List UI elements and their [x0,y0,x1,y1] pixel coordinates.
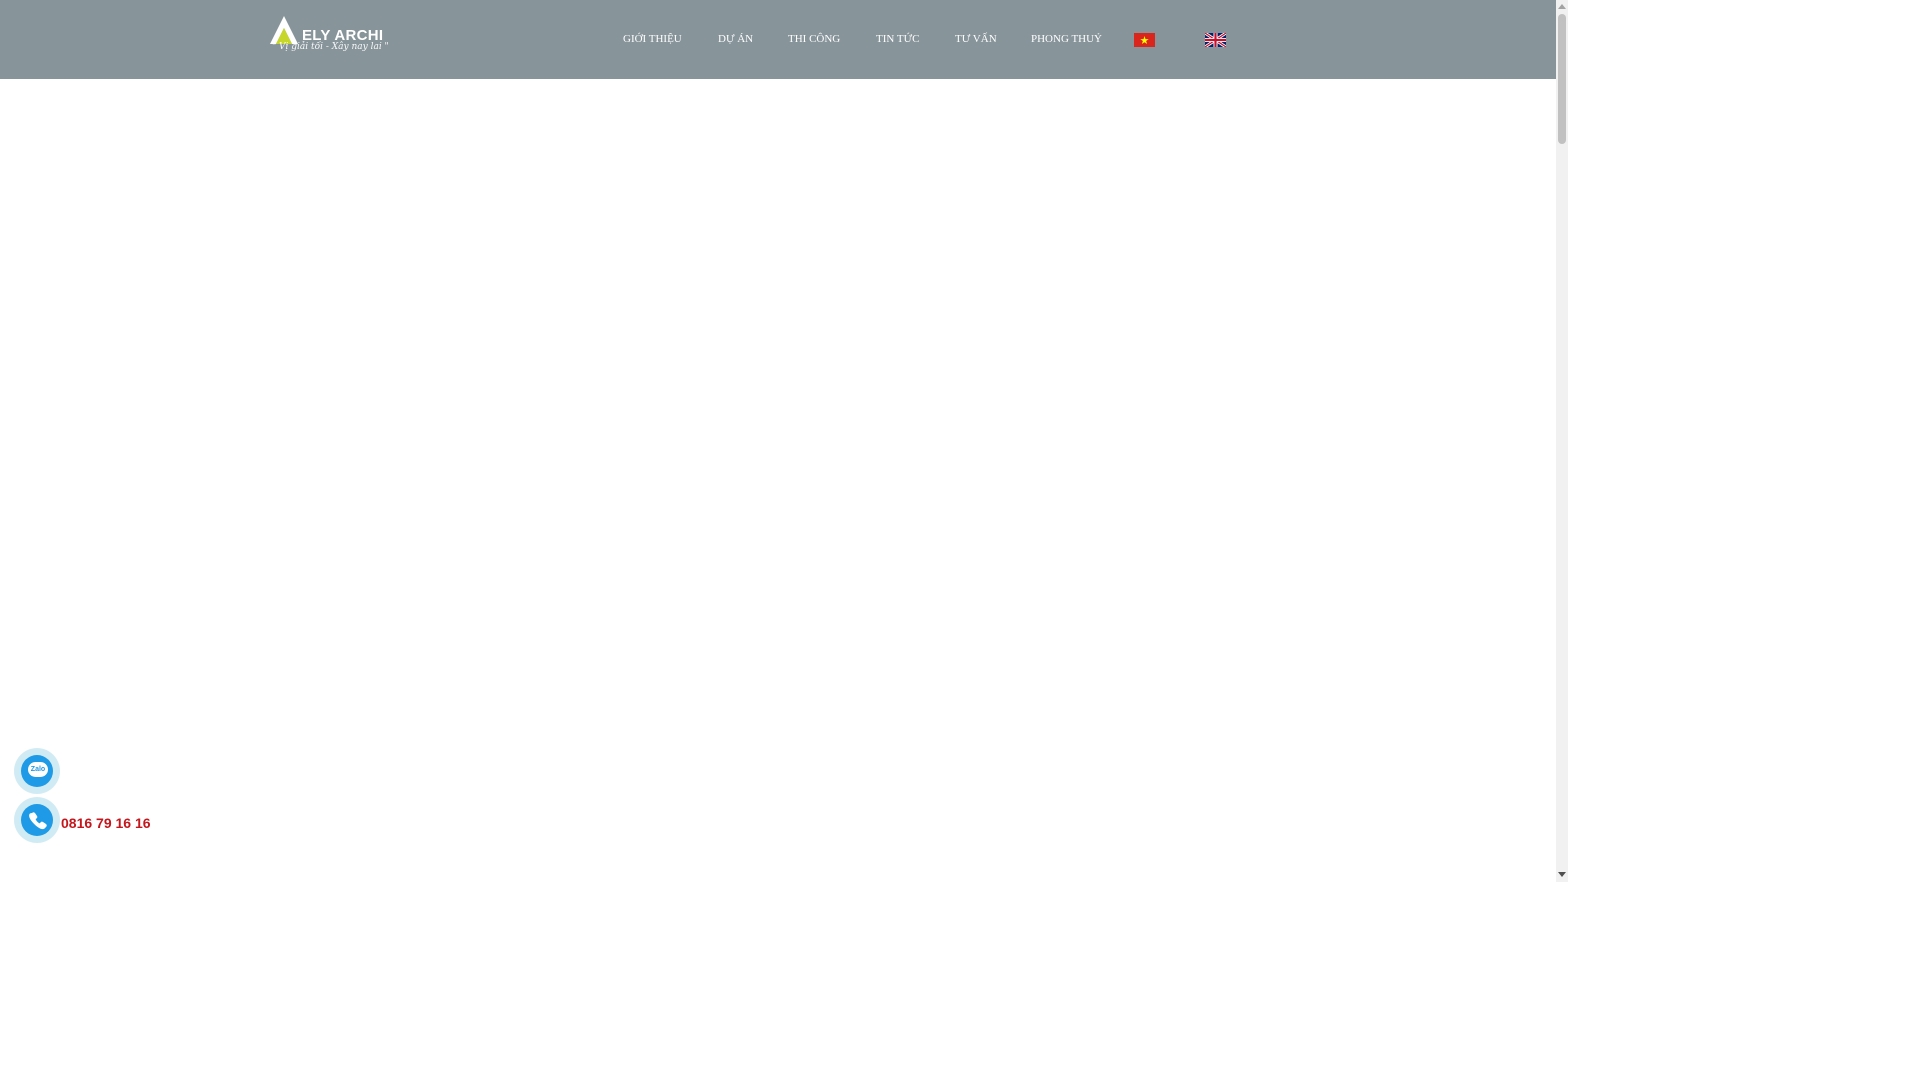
nav-item-tin-tuc[interactable]: TIN TỨC [876,33,919,45]
phone-icon [21,804,53,836]
zalo-label: Zalo [28,762,48,777]
phone-button[interactable] [14,797,60,843]
logo-tagline: " Vị giải tối - Xây nay lai " [272,42,389,52]
nav-item-thi-cong[interactable]: THI CÔNG [788,33,840,45]
vietnam-flag-icon[interactable] [1134,33,1155,47]
zalo-button[interactable]: Zalo [14,748,60,794]
nav-item-tu-van[interactable]: TƯ VẤN [955,33,997,45]
scrollbar-thumb[interactable] [1558,14,1566,144]
site-logo[interactable]: ELY ARCHI " Vị giải tối - Xây nay lai " [268,14,389,62]
zalo-icon: Zalo [21,755,53,787]
nav-item-gioi-thieu[interactable]: GIỚI THIỆU [623,33,682,45]
uk-flag-icon[interactable] [1204,31,1227,49]
nav-item-du-an[interactable]: DỰ ÁN [718,33,753,45]
nav-item-phong-thuy[interactable]: PHONG THUỶ [1031,33,1102,45]
vertical-scrollbar[interactable] [1556,0,1568,882]
phone-number-link[interactable]: 0816 79 16 16 [61,815,151,831]
site-header: ELY ARCHI " Vị giải tối - Xây nay lai " … [0,0,1556,79]
scroll-down-arrow-icon[interactable] [1558,872,1566,877]
page: ELY ARCHI " Vị giải tối - Xây nay lai " … [0,0,1568,882]
scroll-up-arrow-icon[interactable] [1558,4,1566,9]
